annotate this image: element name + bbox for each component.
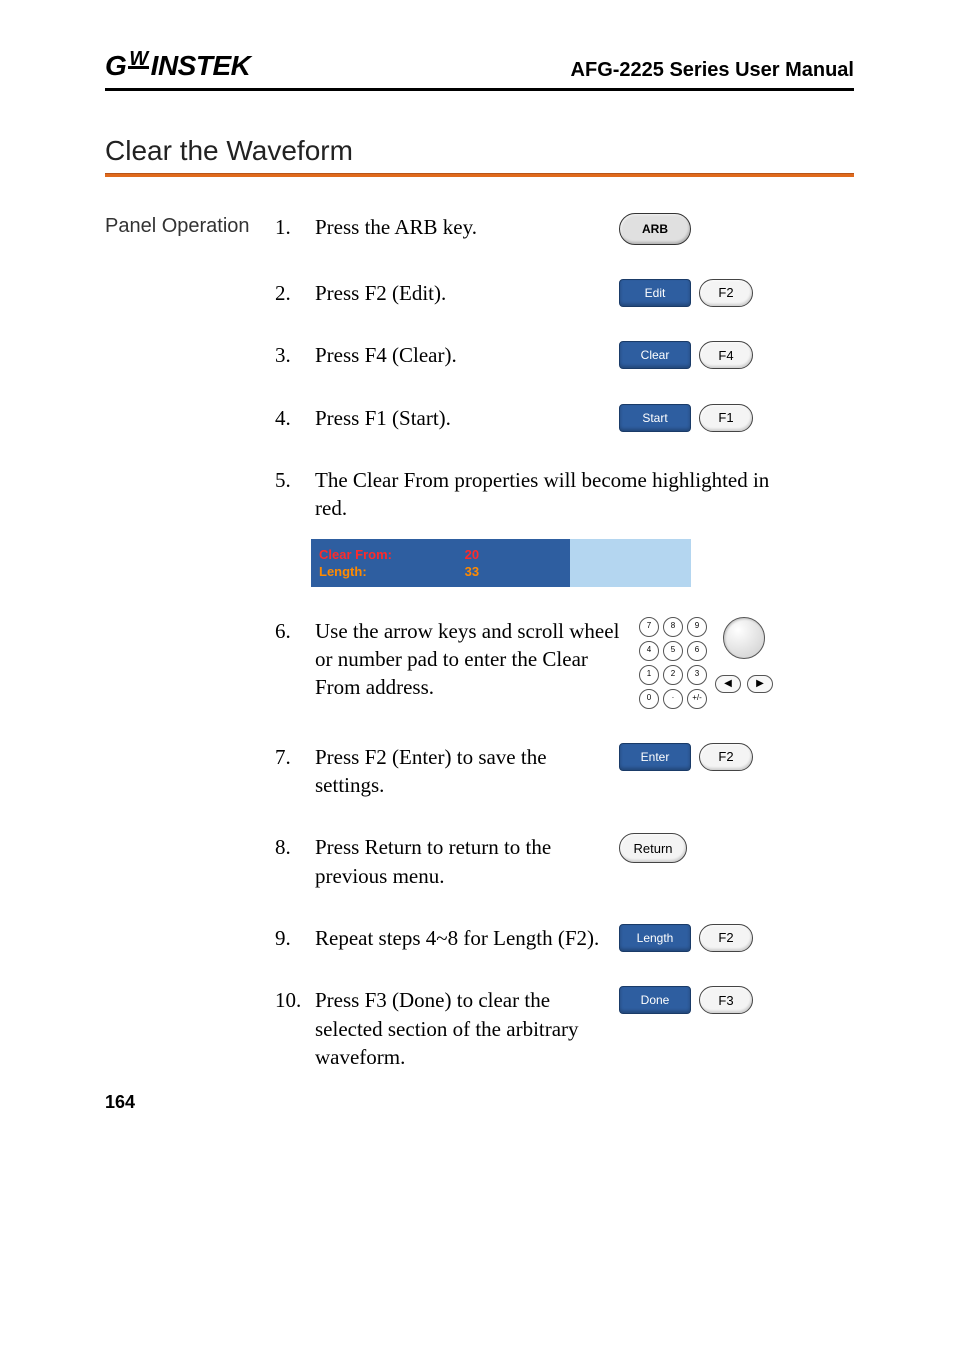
manual-title: AFG-2225 Series User Manual — [571, 59, 854, 82]
step-text: Press the ARB key. — [315, 213, 615, 241]
clear-softkey-icon: Clear — [619, 341, 691, 369]
property-panel: Clear From: 20 Length: 33 — [311, 539, 691, 587]
step-text: The Clear From properties will become hi… — [315, 466, 775, 523]
numkey-4: 4 — [639, 641, 659, 661]
numkey-sign: +/- — [687, 689, 707, 709]
step-number: 10. — [275, 986, 311, 1014]
scroll-wheel-icon — [723, 617, 765, 659]
step-text: Press F3 (Done) to clear the selected se… — [315, 986, 615, 1071]
step-text: Use the arrow keys and scroll wheel or n… — [315, 617, 635, 702]
step-text: Repeat steps 4~8 for Length (F2). — [315, 924, 615, 952]
edit-softkey-icon: Edit — [619, 279, 691, 307]
return-key-icon: Return — [619, 833, 687, 863]
numkey-9: 9 — [687, 617, 707, 637]
section-title: Clear the Waveform — [105, 135, 854, 167]
step-number: 7. — [275, 743, 311, 771]
step-number: 2. — [275, 279, 311, 307]
start-softkey-icon: Start — [619, 404, 691, 432]
right-arrow-key-icon: ▶ — [747, 675, 773, 693]
done-softkey-icon: Done — [619, 986, 691, 1014]
numkey-2: 2 — [663, 665, 683, 685]
step-text: Press F2 (Enter) to save the settings. — [315, 743, 615, 800]
logo-instek: INSTEK — [151, 50, 251, 82]
header-rule — [105, 88, 854, 91]
logo-uw: W — [128, 52, 148, 69]
f1-key-icon: F1 — [699, 404, 753, 432]
numkey-5: 5 — [663, 641, 683, 661]
clear-from-value: 20 — [465, 547, 562, 562]
step-text: Press F1 (Start). — [315, 404, 615, 432]
step-number: 1. — [275, 213, 311, 241]
page-number: 164 — [105, 1092, 135, 1113]
side-label: Panel Operation — [105, 213, 275, 533]
numkey-3: 3 — [687, 665, 707, 685]
section-rule — [105, 173, 854, 177]
logo-g: G — [105, 50, 126, 82]
step-number: 5. — [275, 466, 311, 494]
step-number: 6. — [275, 617, 311, 645]
enter-softkey-icon: Enter — [619, 743, 691, 771]
f2-key-icon: F2 — [699, 743, 753, 771]
step-number: 9. — [275, 924, 311, 952]
f2-key-icon: F2 — [699, 279, 753, 307]
numkey-6: 6 — [687, 641, 707, 661]
brand-logo: GWINSTEK — [105, 50, 250, 82]
step-text: Press Return to return to the previous m… — [315, 833, 615, 890]
arb-key-icon: ARB — [619, 213, 691, 245]
length-value: 33 — [465, 564, 562, 579]
numkey-0: 0 — [639, 689, 659, 709]
numkey-7: 7 — [639, 617, 659, 637]
clear-from-label: Clear From: — [319, 547, 465, 562]
step-text: Press F2 (Edit). — [315, 279, 615, 307]
numkey-8: 8 — [663, 617, 683, 637]
numkey-1: 1 — [639, 665, 659, 685]
f2-key-icon: F2 — [699, 924, 753, 952]
length-softkey-icon: Length — [619, 924, 691, 952]
step-number: 3. — [275, 341, 311, 369]
left-arrow-key-icon: ◀ — [715, 675, 741, 693]
f3-key-icon: F3 — [699, 986, 753, 1014]
f4-key-icon: F4 — [699, 341, 753, 369]
numkey-dot: · — [663, 689, 683, 709]
length-label: Length: — [319, 564, 465, 579]
step-number: 8. — [275, 833, 311, 861]
step-number: 4. — [275, 404, 311, 432]
step-text: Press F4 (Clear). — [315, 341, 615, 369]
numpad-icon: 7 8 9 4 5 6 1 2 3 0 · +/- — [639, 617, 707, 709]
